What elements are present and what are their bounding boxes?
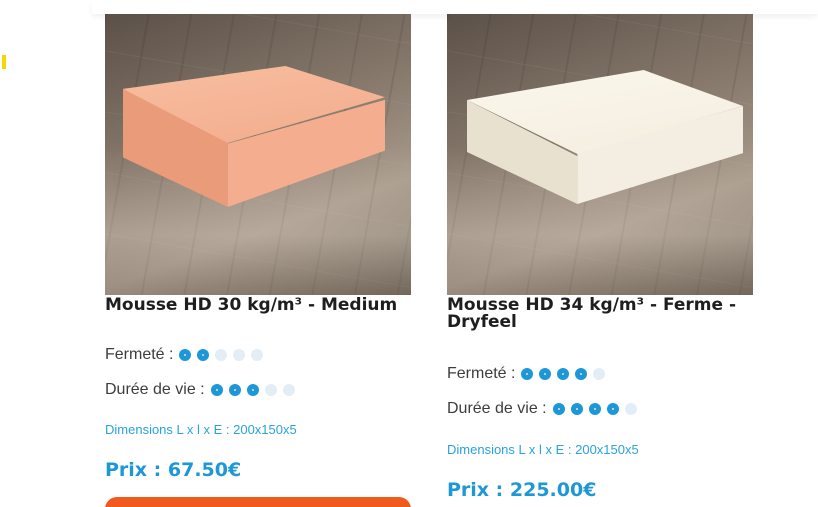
- firmness-label: Fermeté :: [105, 346, 174, 363]
- rating-dot-filled: [179, 349, 192, 361]
- rating-dot-filled: [606, 403, 619, 415]
- lifespan-row: Durée de vie :: [105, 381, 295, 399]
- rating-dot-filled: [521, 368, 534, 380]
- rating-dot-filled: [539, 368, 552, 380]
- lifespan-rating: [552, 403, 637, 415]
- rating-dot-filled: [575, 368, 588, 380]
- firmness-row: Fermeté :: [105, 346, 264, 364]
- rating-dot-empty: [282, 384, 295, 396]
- product-title[interactable]: Mousse HD 30 kg/m³ - Medium: [105, 297, 411, 314]
- firmness-label: Fermeté :: [447, 365, 516, 382]
- rating-dot-empty: [215, 349, 228, 361]
- rating-dot-filled: [210, 384, 223, 396]
- lifespan-rating: [210, 384, 295, 396]
- product-card[interactable]: Mousse HD 34 kg/m³ - Ferme - Dryfeel Fer…: [447, 14, 753, 501]
- lifespan-row: Durée de vie :: [447, 400, 637, 418]
- rating-dot-filled: [557, 368, 570, 380]
- rating-dot-filled: [246, 384, 259, 396]
- rating-dot-filled: [570, 403, 583, 415]
- rating-dot-empty: [593, 368, 606, 380]
- yellow-accent-mark: [2, 55, 6, 69]
- rating-dot-filled: [228, 384, 241, 396]
- product-dimensions: Dimensions L x l x E : 200x150x5: [447, 442, 639, 457]
- firmness-rating: [521, 368, 606, 380]
- product-title[interactable]: Mousse HD 34 kg/m³ - Ferme - Dryfeel: [447, 297, 753, 331]
- firmness-rating: [179, 349, 264, 361]
- product-price: Prix : 67.50€: [105, 459, 242, 481]
- product-card[interactable]: Mousse HD 30 kg/m³ - Medium Fermeté : Du…: [105, 14, 411, 507]
- rating-dot-empty: [264, 384, 277, 396]
- product-dimensions: Dimensions L x l x E : 200x150x5: [105, 422, 297, 437]
- product-image[interactable]: [447, 14, 753, 295]
- product-image[interactable]: [105, 14, 411, 295]
- header-shadow: [92, 0, 818, 14]
- lifespan-label: Durée de vie :: [105, 381, 205, 398]
- lifespan-label: Durée de vie :: [447, 400, 547, 417]
- rating-dot-filled: [588, 403, 601, 415]
- rating-dot-filled: [197, 349, 210, 361]
- add-to-cart-button[interactable]: [105, 497, 411, 507]
- product-price: Prix : 225.00€: [447, 479, 597, 501]
- rating-dot-empty: [233, 349, 246, 361]
- product-listing-page: Mousse HD 30 kg/m³ - Medium Fermeté : Du…: [0, 0, 818, 507]
- rating-dot-empty: [251, 349, 264, 361]
- firmness-row: Fermeté :: [447, 365, 606, 383]
- rating-dot-filled: [552, 403, 565, 415]
- rating-dot-empty: [624, 403, 637, 415]
